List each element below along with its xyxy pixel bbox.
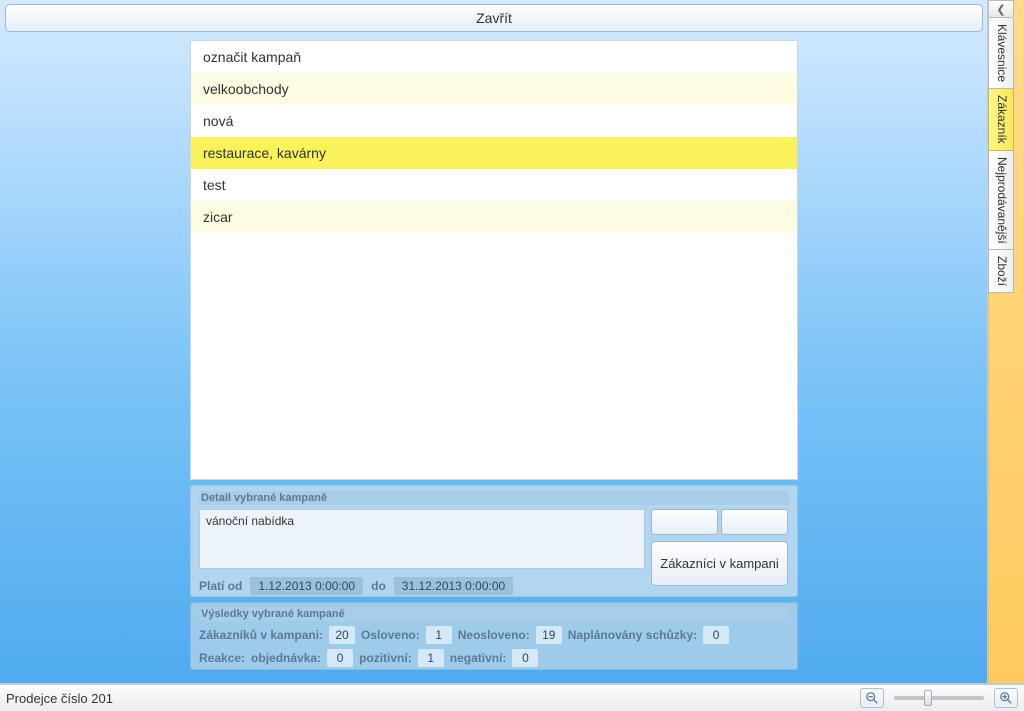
customers-in-campaign-label: Zákazníků v kampani: xyxy=(199,628,323,642)
close-button[interactable]: Zavřít xyxy=(5,4,983,32)
list-item[interactable]: nová xyxy=(191,105,797,137)
detail-small-button-1[interactable] xyxy=(651,509,718,535)
detail-panel-title: Detail vybrané kampaně xyxy=(199,491,789,505)
zoom-slider-thumb[interactable] xyxy=(924,690,932,706)
valid-to-value[interactable]: 31.12.2013 0:00:00 xyxy=(394,577,513,595)
positive-label: pozitivní: xyxy=(359,651,412,665)
results-panel: Výsledky vybrané kampaně Zákazníků v kam… xyxy=(190,602,798,670)
positive-value: 1 xyxy=(418,649,444,667)
zoom-out-button[interactable] xyxy=(860,688,884,708)
campaign-list: označit kampaň velkoobchody nová restaur… xyxy=(190,40,798,480)
validity-row: Platí od 1.12.2013 0:00:00 do 31.12.2013… xyxy=(199,577,513,595)
right-tabs: ❮ Klávesnice Zákazník Nejprodávanější Zb… xyxy=(988,0,1014,293)
negative-label: negativní: xyxy=(450,651,507,665)
valid-from-value[interactable]: 1.12.2013 0:00:00 xyxy=(250,577,363,595)
unaddressed-label: Neosloveno: xyxy=(458,628,530,642)
zoom-in-button[interactable] xyxy=(994,688,1018,708)
reaction-label: Reakce: xyxy=(199,651,245,665)
list-item-selected[interactable]: restaurace, kavárny xyxy=(191,137,797,169)
unaddressed-value: 19 xyxy=(536,626,562,644)
results-panel-title: Výsledky vybrané kampaně xyxy=(199,607,789,621)
addressed-label: Osloveno: xyxy=(361,628,420,642)
tab-goods[interactable]: Zboží xyxy=(988,250,1014,293)
meetings-value: 0 xyxy=(703,626,729,644)
valid-to-label: do xyxy=(371,579,386,593)
customers-in-campaign-button[interactable]: Zákazníci v kampani xyxy=(651,541,788,586)
order-label: objednávka: xyxy=(251,651,321,665)
detail-panel: Detail vybrané kampaně vánoční nabídka Z… xyxy=(190,485,798,597)
status-bar: Prodejce číslo 201 xyxy=(0,684,1024,711)
main-area: Zavřít označit kampaň velkoobchody nová … xyxy=(0,0,988,684)
list-item[interactable]: test xyxy=(191,169,797,201)
addressed-value: 1 xyxy=(426,626,452,644)
zoom-slider[interactable] xyxy=(894,696,984,700)
valid-from-label: Platí od xyxy=(199,579,242,593)
detail-small-button-2[interactable] xyxy=(721,509,788,535)
tab-bestsellers[interactable]: Nejprodávanější xyxy=(988,151,1014,251)
zoom-controls xyxy=(860,688,1018,708)
campaign-note[interactable]: vánoční nabídka xyxy=(199,509,645,569)
collapse-panel-button[interactable]: ❮ xyxy=(988,0,1014,18)
customers-in-campaign-value: 20 xyxy=(329,626,355,644)
zoom-in-icon xyxy=(999,691,1013,705)
tab-customer[interactable]: Zákazník xyxy=(988,89,1014,151)
meetings-label: Naplánovány schůzky: xyxy=(568,628,697,642)
list-item[interactable]: velkoobchody xyxy=(191,73,797,105)
chevron-left-icon: ❮ xyxy=(996,3,1005,16)
zoom-out-icon xyxy=(865,691,879,705)
list-item[interactable]: zicar xyxy=(191,201,797,233)
status-text: Prodejce číslo 201 xyxy=(6,691,860,706)
tab-keyboard[interactable]: Klávesnice xyxy=(988,18,1014,89)
list-item[interactable]: označit kampaň xyxy=(191,41,797,73)
negative-value: 0 xyxy=(512,649,538,667)
order-value: 0 xyxy=(327,649,353,667)
